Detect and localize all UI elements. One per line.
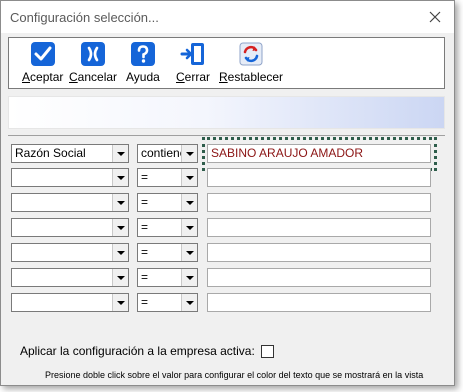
operator-select[interactable]: = [137,193,198,212]
value-field[interactable] [207,218,431,237]
field-select[interactable] [11,268,129,287]
close-mnemonic: C [176,70,185,84]
chevron-down-icon[interactable] [112,219,128,236]
help-label: Ayuda [126,70,160,84]
chevron-down-icon[interactable] [181,169,197,186]
accept-label: ceptar [30,70,64,84]
accept-mnemonic: A [22,70,31,84]
operator-select-value: = [141,270,149,284]
chevron-down-icon[interactable] [181,244,197,261]
apply-option: Aplicar la configuración a la empresa ac… [20,344,274,358]
field-select[interactable] [11,193,129,212]
refresh-icon [239,42,263,66]
title-bar[interactable]: Configuración selección... [1,1,454,33]
cancel-button[interactable]: Cancelar [69,41,117,87]
toolbar: Aceptar Cancelar Ayuda Cerrar Restablece… [8,37,445,89]
value-field[interactable] [207,243,431,262]
value-field[interactable] [207,268,431,287]
operator-select[interactable]: contiene [137,144,198,163]
field-select-value: Razón Social [15,146,86,160]
operator-select-value: = [141,220,149,234]
operator-select[interactable]: = [137,293,198,312]
focus-indicator [202,137,437,171]
operator-select-value: contiene [141,146,187,160]
reset-button[interactable]: Restablecer [219,41,283,87]
value-field[interactable] [207,193,431,212]
exit-door-icon [180,43,204,65]
operator-select[interactable]: = [137,168,198,187]
close-button[interactable] [424,7,446,27]
apply-checkbox[interactable] [260,344,274,358]
filter-grid: Razón Social contiene SABINO ARAUJO AMAD… [8,135,445,321]
value-field[interactable] [207,293,431,312]
window-title: Configuración selección... [10,10,159,25]
hint-text: Presione doble click sobre el valor para… [45,370,424,380]
apply-label: Aplicar la configuración a la empresa ac… [20,344,255,358]
operator-select-value: = [141,245,149,259]
operator-select[interactable]: = [137,243,198,262]
question-icon [130,42,155,66]
operator-select[interactable]: = [137,218,198,237]
chevron-down-icon[interactable] [112,194,128,211]
header-band [8,96,445,129]
reset-mnemonic: R [219,70,228,84]
field-select[interactable] [11,218,129,237]
chevron-down-icon[interactable] [112,145,128,162]
field-select[interactable] [11,243,129,262]
configuracion-dialog: Configuración selección... Aceptar Cance… [0,0,455,386]
cancel-mnemonic: C [69,70,78,84]
chevron-down-icon[interactable] [181,269,197,286]
chevron-down-icon[interactable] [181,145,197,162]
field-select[interactable]: Razón Social [11,144,129,163]
chevron-down-icon[interactable] [181,194,197,211]
operator-select-value: = [141,170,149,184]
cancel-label: ancelar [77,70,118,84]
close-dialog-button[interactable]: Cerrar [176,41,210,87]
operator-select[interactable]: = [137,268,198,287]
chevron-down-icon[interactable] [112,244,128,261]
close-icon [429,11,441,23]
field-select[interactable] [11,293,129,312]
operator-select-value: = [141,195,149,209]
chevron-down-icon[interactable] [112,294,128,311]
chevron-down-icon[interactable] [112,269,128,286]
reset-label: establecer [227,70,284,84]
close-label: errar [184,70,211,84]
accept-button[interactable]: Aceptar [22,41,63,87]
help-button[interactable]: Ayuda [126,41,160,87]
operator-select-value: = [141,295,149,309]
checkmark-icon [30,42,55,66]
chevron-down-icon[interactable] [112,169,128,186]
value-field[interactable] [207,168,431,187]
x-cancel-icon [81,42,106,66]
field-select[interactable] [11,168,129,187]
chevron-down-icon[interactable] [181,294,197,311]
chevron-down-icon[interactable] [181,219,197,236]
